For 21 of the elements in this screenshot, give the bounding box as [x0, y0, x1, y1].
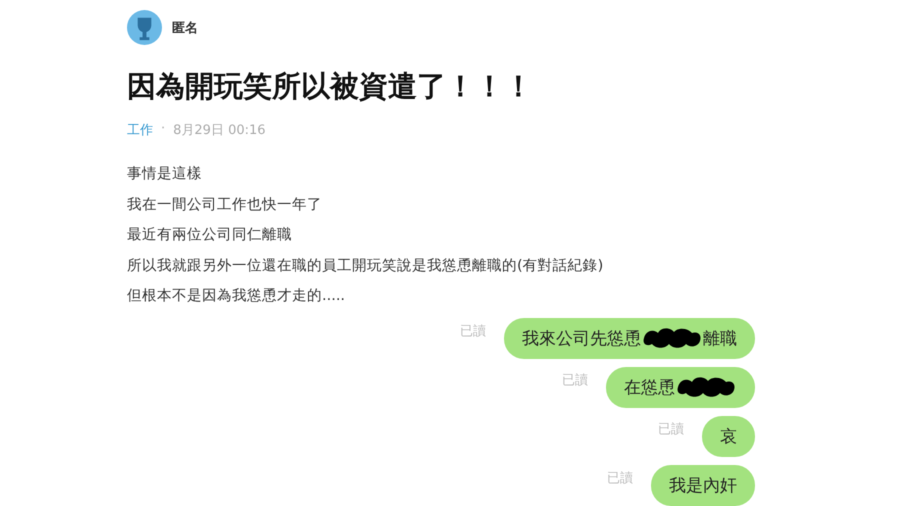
body-text: 事情是這樣	[127, 164, 203, 184]
body-text: 最近有兩位公司同仁離職	[127, 226, 293, 245]
read-receipt: 已讀	[658, 420, 684, 438]
author-name: 匿名	[172, 20, 198, 36]
body-text: 我在一間公司工作也快一年了	[127, 196, 323, 214]
post-date: 8月29日 00:16	[173, 122, 266, 139]
read-receipt: 已讀	[562, 372, 588, 388]
redaction-mark	[675, 376, 737, 398]
body-text: 但根本不是因為我慫恿才走的.....	[127, 287, 346, 306]
avatar-icon	[127, 10, 162, 45]
separator: ·	[161, 121, 166, 138]
chat-bubble: 哀	[702, 416, 755, 456]
chat-bubble: 在慫恿	[606, 366, 755, 408]
read-receipt: 已讀	[460, 322, 486, 340]
read-receipt: 已讀	[607, 470, 633, 486]
chat-bubble: 我來公司先慫恿 離職	[504, 318, 755, 358]
board-link[interactable]: 工作	[127, 121, 153, 139]
chat-bubble: 我是內奸	[651, 464, 755, 506]
redaction-mark	[641, 327, 703, 349]
post-title: 因為開玩笑所以被資遣了！！！	[127, 68, 534, 105]
body-text: 所以我就跟另外一位還在職的員工開玩笑說是我慫恿離職的(有對話紀錄)	[127, 256, 604, 276]
